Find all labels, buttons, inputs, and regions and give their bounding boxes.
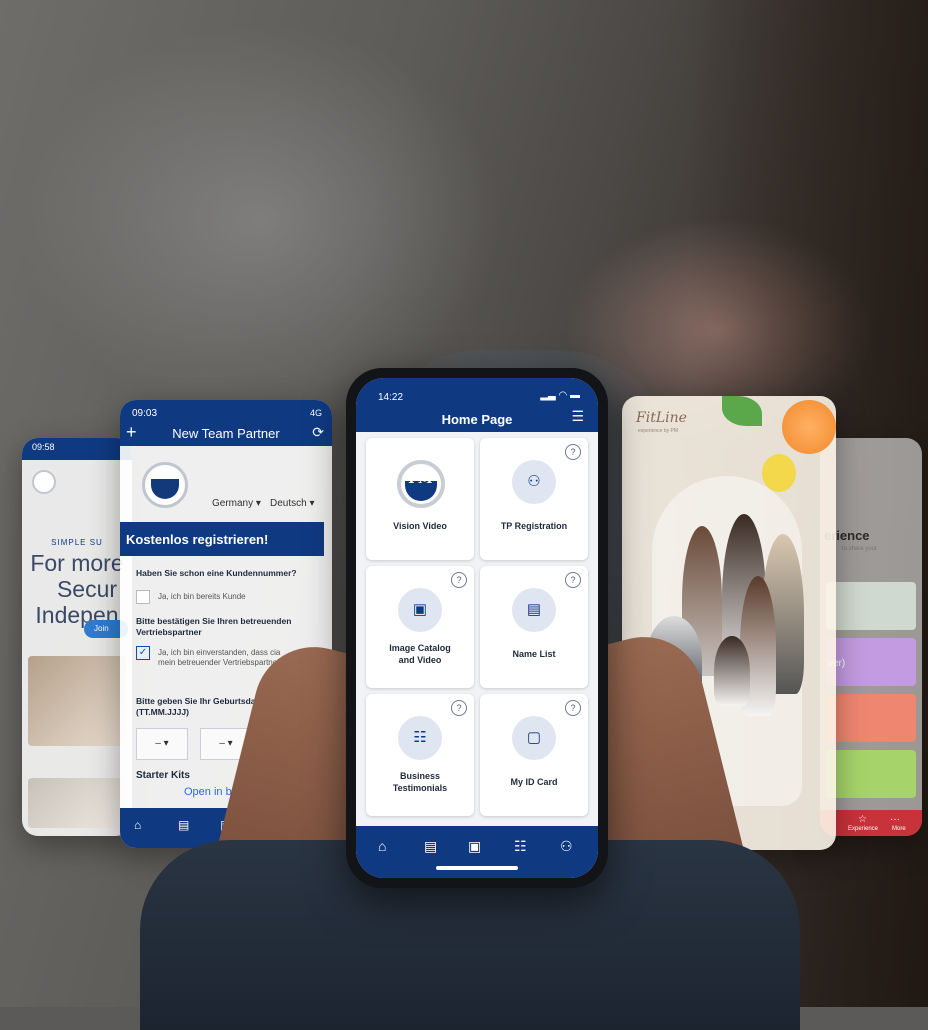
status-time: 14:22 xyxy=(378,392,404,403)
language-select[interactable]: Deutsch ▾ xyxy=(270,498,315,509)
pm-logo-icon xyxy=(142,462,188,508)
nav-label: More xyxy=(892,826,906,832)
star-icon[interactable]: ☆ xyxy=(858,814,867,825)
status-time: 09:03 xyxy=(132,408,158,419)
tile-label: TP Registration xyxy=(500,521,568,531)
tile-label: Image Catalog and Video xyxy=(389,643,451,665)
register-banner: Kostenlos registrieren! xyxy=(120,522,324,556)
page-title: Home Page xyxy=(441,412,513,427)
customer-question: Haben Sie schon eine Kundennummer? xyxy=(136,568,297,578)
team-partner-title: New Team Partner xyxy=(172,426,280,441)
partner-icon[interactable]: ⚇ xyxy=(560,838,573,855)
briefcase-icon: ▣ xyxy=(398,588,442,632)
home-icon[interactable]: ⌂ xyxy=(134,818,141,832)
app-header: 14:22 ▂▃ ◠ ▬ Home Page ☰ xyxy=(356,378,598,432)
tile-name-list[interactable]: ? ▤ Name List xyxy=(480,566,588,688)
headline-line: For more xyxy=(30,550,124,576)
country-value: Germany xyxy=(212,498,254,509)
headline-line: Secur xyxy=(56,576,118,602)
product-tile[interactable] xyxy=(826,750,916,798)
website-photo-2 xyxy=(28,778,126,828)
fitline-tagline: experience by PM xyxy=(638,428,679,434)
website-headline: For more Secur Indepen xyxy=(22,550,132,628)
website-time: 09:58 xyxy=(32,442,55,452)
orange-decoration xyxy=(782,400,836,454)
main-phone-screen: 14:22 ▂▃ ◠ ▬ Home Page ☰ Vision Video ? … xyxy=(356,378,598,878)
birth-day-select[interactable]: – ▾ xyxy=(136,728,188,760)
help-icon[interactable]: ? xyxy=(565,572,581,588)
product-tile[interactable] xyxy=(826,694,916,742)
help-icon[interactable]: ? xyxy=(451,572,467,588)
tile-tp-registration[interactable]: ? ⚇ TP Registration xyxy=(480,438,588,560)
tile-label: My ID Card xyxy=(510,777,558,787)
product-tile[interactable]: ver) xyxy=(826,638,916,686)
website-slogan: SIMPLE SU xyxy=(51,538,103,547)
existing-customer-label: Ja, ich bin bereits Kunde xyxy=(158,592,246,601)
tile-label: Name List xyxy=(512,649,556,659)
pm-logo-icon xyxy=(397,460,445,508)
tile-image-catalog[interactable]: ? ▣ Image Catalog and Video xyxy=(366,566,474,688)
home-indicator xyxy=(436,866,518,870)
briefcase-icon[interactable]: ▣ xyxy=(468,838,481,855)
website-photo xyxy=(28,656,126,746)
tile-vision-video[interactable]: Vision Video xyxy=(366,438,474,560)
experience-sub: to share your xyxy=(842,546,878,552)
status-network: 4G xyxy=(309,408,322,418)
leaf-decoration xyxy=(722,396,762,426)
chat-icon: ☷ xyxy=(398,716,442,760)
website-status-bar: 09:58 xyxy=(22,438,132,460)
product-tile[interactable] xyxy=(826,582,916,630)
date-placeholder: – xyxy=(155,738,161,749)
lemon-decoration xyxy=(762,454,796,492)
chat-icon[interactable]: ☷ xyxy=(514,838,527,855)
list-icon[interactable]: ▤ xyxy=(424,838,437,855)
help-icon[interactable]: ? xyxy=(565,700,581,716)
refresh-icon[interactable]: ⟳ xyxy=(312,424,324,441)
help-icon[interactable]: ? xyxy=(451,700,467,716)
country-select[interactable]: Germany ▾ xyxy=(212,498,261,509)
tile-business-testimonials[interactable]: ? ☷ Business Testimonials xyxy=(366,694,474,816)
partner-question: Bitte bestätigen Sie Ihren betreuenden V… xyxy=(136,616,292,637)
fitline-logo: FitLine xyxy=(636,410,687,426)
nav-label: Experience xyxy=(848,826,879,832)
fitline-brand: FitLine xyxy=(636,410,687,426)
tile-label: Business Testimonials xyxy=(392,771,448,793)
starter-kits-heading: Starter Kits xyxy=(136,770,190,781)
home-icon[interactable]: ⌂ xyxy=(378,838,386,854)
help-icon[interactable]: ? xyxy=(565,444,581,460)
language-value: Deutsch xyxy=(270,498,307,509)
id-card-icon: ▢ xyxy=(512,716,556,760)
date-placeholder: – xyxy=(219,738,225,749)
website-preview-card: 09:58 SIMPLE SU For more Secur Indepen J… xyxy=(22,438,132,836)
partner-icon: ⚇ xyxy=(512,460,556,504)
bottom-nav: ⌂ ▤ ▣ ☷ ⚇ xyxy=(356,826,598,878)
existing-customer-checkbox[interactable] xyxy=(136,590,150,604)
more-icon[interactable]: ··· xyxy=(890,814,900,825)
list-icon: ▤ xyxy=(512,588,556,632)
confirm-partner-checkbox[interactable]: ✓ xyxy=(136,646,150,660)
team-partner-header: 09:03 4G + New Team Partner ⟳ xyxy=(120,400,332,446)
pm-logo-icon xyxy=(32,470,56,494)
list-icon[interactable]: ▤ xyxy=(178,818,189,832)
tile-my-id-card[interactable]: ? ▢ My ID Card xyxy=(480,694,588,816)
status-icons: ▂▃ ◠ ▬ xyxy=(540,390,580,401)
tile-label: Vision Video xyxy=(393,521,447,531)
sliders-icon[interactable]: ☰ xyxy=(571,408,584,425)
main-phone: 14:22 ▂▃ ◠ ▬ Home Page ☰ Vision Video ? … xyxy=(346,368,608,888)
join-label: Join xyxy=(94,624,109,633)
